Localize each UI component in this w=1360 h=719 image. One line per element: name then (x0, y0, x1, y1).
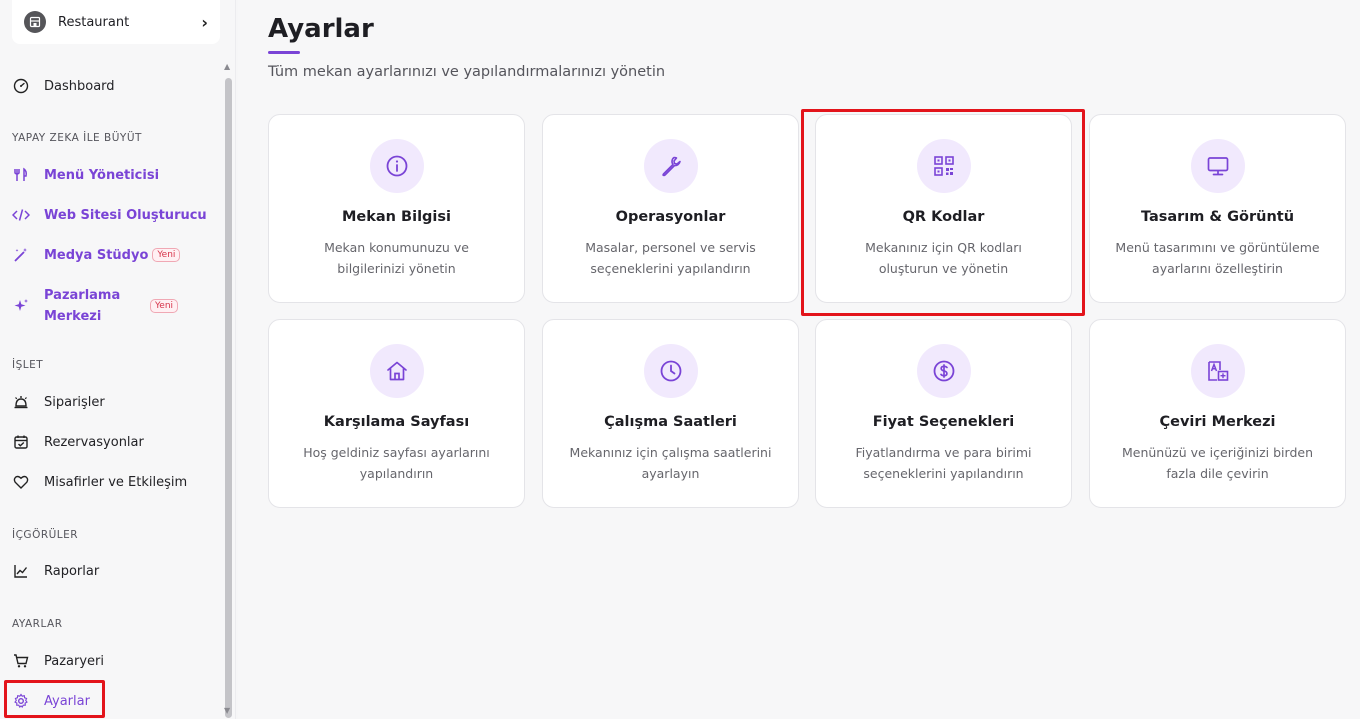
settings-card-welcome-page[interactable]: Karşılama Sayfası Hoş geldiniz sayfası a… (268, 319, 525, 508)
sidebar-item-label: Pazarlama Merkezi (44, 285, 146, 327)
venue-name: Restaurant (58, 14, 130, 30)
card-title: Fiyat Seçenekleri (872, 414, 1015, 430)
home-icon (369, 344, 424, 398)
highlight-box-qr-codes (801, 109, 1085, 316)
sidebar-item-dashboard[interactable]: Dashboard (0, 68, 222, 104)
sidebar-item-reservations[interactable]: Rezervasyonlar (0, 424, 222, 460)
sidebar-item-marketplace[interactable]: Pazaryeri (0, 643, 222, 679)
monitor-icon (1190, 139, 1245, 193)
wrench-icon (643, 139, 698, 193)
sidebar-item-label: Siparişler (44, 394, 105, 410)
card-description: Hoş geldiniz sayfası ayarlarını yapıland… (303, 445, 490, 481)
sidebar: Restaurant › Dashboard YAPAY ZEKA İLE BÜ… (0, 0, 236, 719)
settings-card-design-display[interactable]: Tasarım & Görüntü Menü tasarımını ve gör… (1089, 114, 1346, 303)
card-title: Karşılama Sayfası (323, 414, 470, 430)
scroll-thumb[interactable] (225, 78, 232, 718)
card-description: Menünüzü ve içeriğinizi birden fazla dil… (1121, 445, 1313, 481)
settings-card-working-hours[interactable]: Çalışma Saatleri Mekanınız için çalışma … (542, 319, 799, 508)
card-description: Masalar, personel ve servis seçeneklerin… (585, 240, 756, 276)
sidebar-item-label: Raporlar (44, 563, 100, 579)
label-line-2: Merkezi (44, 309, 102, 324)
main-content: Ayarlar Tüm mekan ayarlarınızı ve yapıla… (238, 0, 1360, 719)
label-line-1: Pazarlama (44, 288, 121, 303)
sidebar-item-label: Rezervasyonlar (44, 434, 144, 450)
settings-card-venue-info[interactable]: Mekan Bilgisi Mekan konumunuzu ve bilgil… (268, 114, 525, 303)
venue-selector[interactable]: Restaurant › (12, 0, 220, 44)
sidebar-item-label: Web Sitesi Oluşturucu (44, 207, 207, 223)
sidebar-scrollbar[interactable]: ▲ ▼ (224, 62, 232, 719)
gauge-icon (12, 77, 30, 95)
page-subtitle: Tüm mekan ayarlarınızı ve yapılandırmala… (268, 64, 666, 80)
chevron-right-icon: › (201, 12, 208, 32)
scroll-up-arrow-icon[interactable]: ▲ (224, 62, 230, 71)
new-badge: Yeni (152, 248, 181, 262)
heart-icon (12, 473, 30, 491)
section-label-ai: YAPAY ZEKA İLE BÜYÜT (12, 132, 142, 144)
sidebar-item-label: Menü Yöneticisi (44, 167, 160, 183)
sidebar-item-menu-manager[interactable]: Menü Yöneticisi (0, 157, 222, 193)
settings-card-price-options[interactable]: Fiyat Seçenekleri Fiyatlandırma ve para … (815, 319, 1072, 508)
bell-icon (12, 393, 30, 411)
page-title: Ayarlar (268, 14, 374, 44)
dollar-icon (916, 344, 971, 398)
card-description: Fiyatlandırma ve para birimi seçenekleri… (855, 445, 1032, 481)
sidebar-item-website-builder[interactable]: Web Sitesi Oluşturucu (0, 197, 222, 233)
clock-icon (643, 344, 698, 398)
card-description: Mekanınız için çalışma saatlerini ayarla… (569, 445, 772, 481)
info-icon (369, 139, 424, 193)
section-label-insights: İÇGÖRÜLER (12, 529, 79, 541)
card-description: Menü tasarımını ve görüntüleme ayarların… (1115, 240, 1320, 276)
sidebar-item-guests[interactable]: Misafirler ve Etkileşim (0, 464, 222, 500)
card-title: Tasarım & Görüntü (1140, 209, 1295, 225)
sidebar-item-marketing-center[interactable]: Pazarlama Merkezi Yeni (0, 284, 222, 328)
sidebar-item-reports[interactable]: Raporlar (0, 553, 222, 589)
card-description: Mekan konumunuzu ve bilgilerinizi yöneti… (324, 240, 469, 276)
sidebar-item-media-studio[interactable]: Medya Stüdyo Yeni (0, 237, 222, 273)
settings-card-operations[interactable]: Operasyonlar Masalar, personel ve servis… (542, 114, 799, 303)
card-title: Çeviri Merkezi (1159, 414, 1276, 430)
magic-wand-icon (12, 246, 30, 264)
sparkles-icon (12, 297, 30, 315)
store-icon (24, 11, 46, 33)
highlight-box-settings (4, 680, 105, 718)
cart-icon (12, 652, 30, 670)
section-label-settings: AYARLAR (12, 618, 63, 630)
settings-card-translation-center[interactable]: Çeviri Merkezi Menünüzü ve içeriğinizi b… (1089, 319, 1346, 508)
translate-icon (1190, 344, 1245, 398)
section-label-operate: İŞLET (12, 359, 44, 371)
scroll-down-arrow-icon[interactable]: ▼ (224, 706, 230, 715)
sidebar-item-label: Misafirler ve Etkileşim (44, 474, 188, 490)
sidebar-item-label: Dashboard (44, 78, 115, 94)
card-title: Operasyonlar (615, 209, 726, 225)
calendar-check-icon (12, 433, 30, 451)
sidebar-item-orders[interactable]: Siparişler (0, 384, 222, 420)
line-chart-icon (12, 562, 30, 580)
code-icon (12, 206, 30, 224)
card-title: Çalışma Saatleri (604, 414, 737, 430)
utensils-icon (12, 166, 30, 184)
title-underline (268, 51, 300, 54)
sidebar-item-label: Pazaryeri (44, 653, 105, 669)
card-title: Mekan Bilgisi (341, 209, 451, 225)
sidebar-item-label: Medya Stüdyo (44, 247, 149, 263)
new-badge: Yeni (150, 299, 179, 313)
